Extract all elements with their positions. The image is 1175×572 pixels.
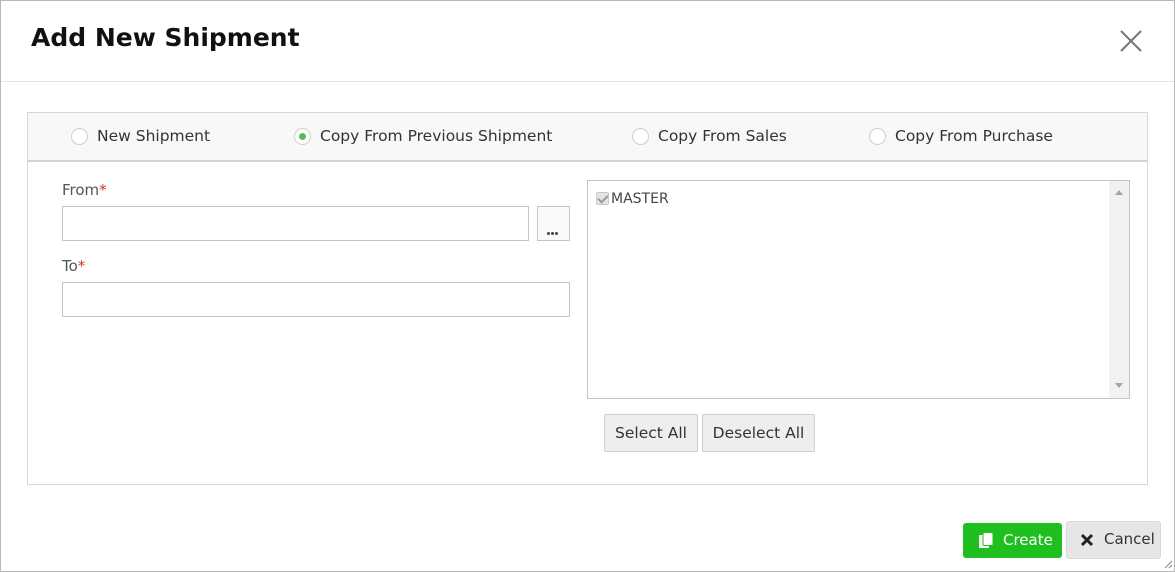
radio-button-selected[interactable] <box>294 128 311 145</box>
cancel-button[interactable]: Cancel <box>1066 521 1161 559</box>
from-label-text: From <box>62 181 100 199</box>
dialog-header: Add New Shipment <box>1 1 1174 82</box>
radio-label: Copy From Previous Shipment <box>320 127 553 145</box>
cancel-button-label: Cancel <box>1104 530 1155 548</box>
radio-label: New Shipment <box>97 127 211 145</box>
close-button[interactable] <box>1117 27 1145 55</box>
company-list[interactable]: MASTER <box>587 180 1130 399</box>
from-lookup-button[interactable] <box>537 206 570 241</box>
close-icon <box>1120 30 1142 52</box>
required-marker: * <box>99 181 107 199</box>
shipment-panel: New Shipment Copy From Previous Shipment… <box>27 112 1148 485</box>
create-button-label: Create <box>1003 531 1053 549</box>
to-input[interactable] <box>62 282 570 317</box>
list-item-label: MASTER <box>611 191 669 207</box>
required-marker: * <box>77 257 86 275</box>
master-checkbox <box>596 192 609 205</box>
shipment-type-radio-group: New Shipment Copy From Previous Shipment… <box>28 113 1147 162</box>
deselect-all-button[interactable]: Deselect All <box>702 414 815 452</box>
ellipsis-icon <box>547 222 559 240</box>
scroll-up-arrow-icon[interactable] <box>1115 190 1123 195</box>
to-label-text: To <box>62 257 78 275</box>
create-button[interactable]: Create <box>963 523 1062 558</box>
from-label: From* <box>62 181 107 199</box>
radio-button[interactable] <box>869 128 886 145</box>
radio-label: Copy From Purchase <box>895 127 1053 145</box>
scroll-down-arrow-icon[interactable] <box>1115 383 1123 388</box>
select-all-button[interactable]: Select All <box>604 414 698 452</box>
to-label: To* <box>62 257 85 275</box>
radio-label: Copy From Sales <box>658 127 787 145</box>
resize-grip-icon[interactable] <box>1164 560 1173 569</box>
x-icon <box>1080 533 1094 547</box>
dialog-title: Add New Shipment <box>31 23 300 52</box>
list-scrollbar[interactable] <box>1109 181 1129 398</box>
from-input[interactable] <box>62 206 529 241</box>
add-shipment-dialog: Add New Shipment New Shipment Copy From … <box>0 0 1175 572</box>
copy-icon <box>979 532 994 548</box>
radio-button[interactable] <box>632 128 649 145</box>
radio-button[interactable] <box>71 128 88 145</box>
